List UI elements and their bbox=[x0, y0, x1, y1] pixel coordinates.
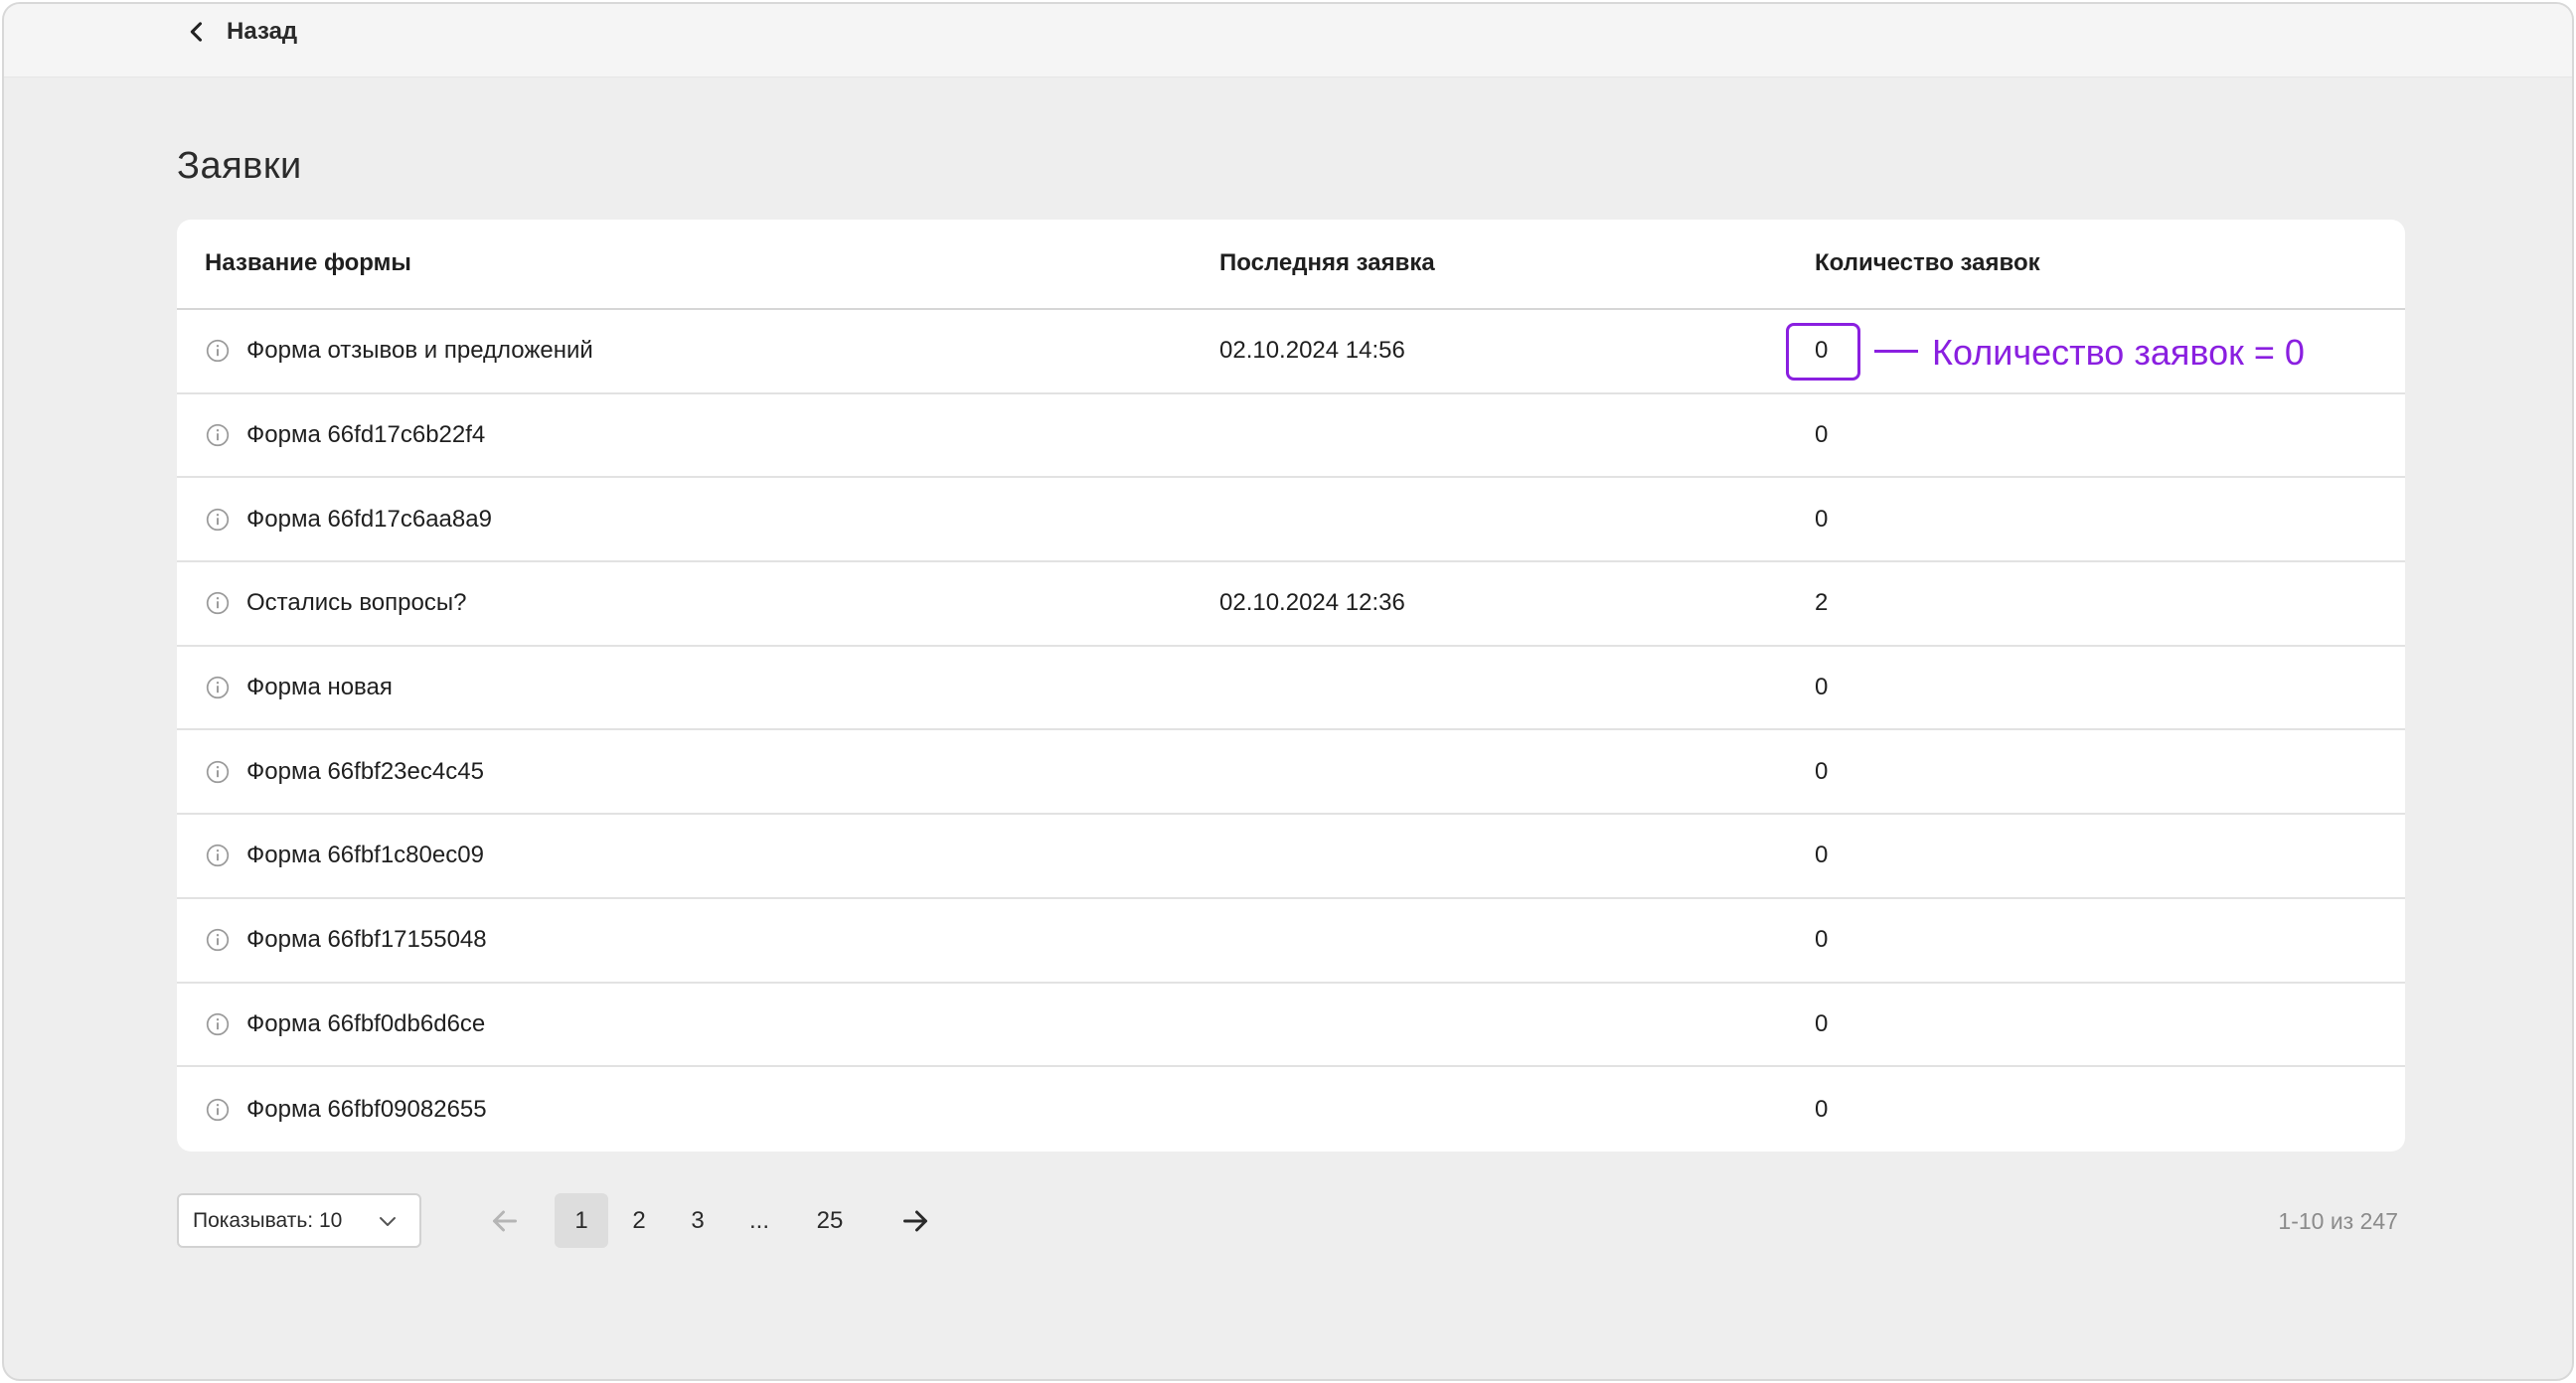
app-window: Назад Заявки Название формы Последняя за… bbox=[2, 2, 2574, 1381]
form-name: Форма 66fbf0db6d6ce bbox=[246, 1009, 486, 1037]
chevron-left-icon bbox=[190, 22, 203, 42]
info-icon[interactable] bbox=[205, 338, 231, 364]
top-bar: Назад bbox=[4, 4, 2572, 77]
last-request-date: 02.10.2024 14:56 bbox=[1219, 337, 1405, 365]
request-count: 0 bbox=[1815, 757, 1829, 785]
form-name: Форма отзывов и предложений bbox=[246, 337, 593, 365]
arrow-right-icon bbox=[903, 1210, 927, 1231]
next-page-button[interactable] bbox=[888, 1193, 942, 1248]
table-row[interactable]: Форма 66fbf23ec4c45 0 bbox=[177, 730, 2405, 816]
form-name: Форма 66fbf17155048 bbox=[246, 926, 487, 954]
last-request-date: 02.10.2024 12:36 bbox=[1219, 589, 1405, 617]
request-count: 0 bbox=[1815, 842, 1829, 869]
request-count: 0 bbox=[1815, 926, 1829, 954]
form-name: Остались вопросы? bbox=[246, 589, 467, 617]
info-icon[interactable] bbox=[205, 675, 231, 700]
page-ellipsis: ... bbox=[748, 1206, 769, 1234]
request-count: 0 bbox=[1815, 674, 1829, 701]
page-button-2[interactable]: 2 bbox=[612, 1193, 666, 1248]
request-count: 0 bbox=[1815, 421, 1829, 449]
info-icon[interactable] bbox=[205, 1097, 231, 1123]
form-name: Форма 66fd17c6aa8a9 bbox=[246, 505, 492, 533]
prev-page-button[interactable] bbox=[479, 1193, 531, 1248]
annotation-label: Количество заявок = 0 bbox=[1932, 332, 2305, 373]
form-name: Форма 66fbf09082655 bbox=[246, 1095, 487, 1123]
page-button-1[interactable]: 1 bbox=[555, 1193, 608, 1248]
chevron-down-icon bbox=[380, 1216, 396, 1226]
pagination-range: 1-10 из 247 bbox=[2278, 1208, 2398, 1234]
table-row[interactable]: Форма новая 0 bbox=[177, 647, 2405, 731]
per-page-select[interactable]: Показывать: 10 bbox=[177, 1193, 421, 1248]
info-icon[interactable] bbox=[205, 927, 231, 953]
table-row[interactable]: Остались вопросы? 02.10.2024 12:36 2 bbox=[177, 562, 2405, 647]
request-count: 0 bbox=[1815, 1095, 1829, 1123]
page-button-25[interactable]: 25 bbox=[800, 1193, 860, 1248]
form-name: Форма 66fd17c6b22f4 bbox=[246, 421, 486, 449]
info-icon[interactable] bbox=[205, 1011, 231, 1037]
table-row[interactable]: Форма 66fbf17155048 0 bbox=[177, 899, 2405, 984]
per-page-label: Показывать: 10 bbox=[193, 1208, 343, 1232]
table-row[interactable]: Форма 66fd17c6aa8a9 0 bbox=[177, 478, 2405, 563]
back-label: Назад bbox=[227, 18, 298, 45]
annotation-highlight-box bbox=[1786, 323, 1860, 381]
column-header-request-count: Количество заявок bbox=[1815, 249, 2040, 276]
page-title: Заявки bbox=[177, 145, 302, 187]
table-row[interactable]: Форма 66fbf1c80ec09 0 bbox=[177, 815, 2405, 899]
request-count: 0 bbox=[1815, 505, 1829, 533]
info-icon[interactable] bbox=[205, 590, 231, 616]
form-name: Форма новая bbox=[246, 674, 393, 701]
table-row[interactable]: Форма 66fbf0db6d6ce 0 bbox=[177, 984, 2405, 1068]
request-count: 0 bbox=[1815, 1009, 1829, 1037]
annotation-connector bbox=[1874, 350, 1918, 353]
page-button-3[interactable]: 3 bbox=[671, 1193, 724, 1248]
table-row[interactable]: Форма 66fbf09082655 0 bbox=[177, 1067, 2405, 1152]
back-button[interactable]: Назад bbox=[183, 12, 297, 52]
form-name: Форма 66fbf23ec4c45 bbox=[246, 757, 484, 785]
info-icon[interactable] bbox=[205, 507, 231, 533]
table-row[interactable]: Форма 66fd17c6b22f4 0 bbox=[177, 394, 2405, 479]
form-name: Форма 66fbf1c80ec09 bbox=[246, 842, 484, 869]
info-icon[interactable] bbox=[205, 843, 231, 868]
request-count: 2 bbox=[1815, 589, 1829, 617]
column-header-form-name: Название формы bbox=[205, 249, 411, 276]
info-icon[interactable] bbox=[205, 422, 231, 448]
info-icon[interactable] bbox=[205, 759, 231, 785]
column-header-last-request: Последняя заявка bbox=[1219, 249, 1435, 276]
arrow-left-icon bbox=[493, 1210, 517, 1231]
table-header: Название формы Последняя заявка Количест… bbox=[177, 220, 2405, 310]
